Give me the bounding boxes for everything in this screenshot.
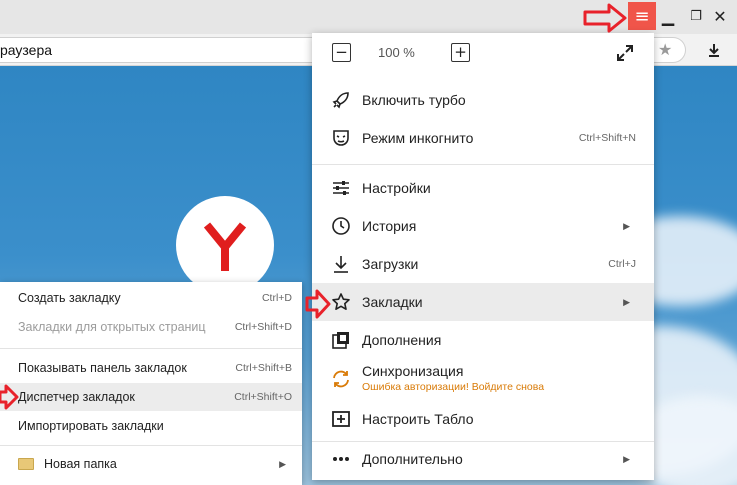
pointer-arrow-icon <box>305 289 331 319</box>
add-tile-icon <box>330 408 352 430</box>
chevron-right-icon: ▶ <box>279 458 286 469</box>
chevron-right-icon: ▶ <box>623 453 630 464</box>
import-bookmarks-item[interactable]: Импортировать закладки <box>0 412 302 440</box>
downloads-item[interactable]: Загрузки Ctrl+J <box>312 245 654 283</box>
create-bookmark-item[interactable]: Создать закладку Ctrl+D <box>0 284 302 312</box>
download-icon <box>709 44 719 57</box>
bookmark-star-icon[interactable]: ★ <box>658 40 672 60</box>
hamburger-icon: ≡ <box>634 5 650 27</box>
download-icon <box>330 253 352 275</box>
sync-item[interactable]: Синхронизация Ошибка авторизации! Войдит… <box>312 359 654 399</box>
new-folder-item[interactable]: Новая папка ▶ <box>0 450 302 478</box>
settings-sliders-icon <box>330 177 352 199</box>
restore-icon: ❐ <box>690 8 702 24</box>
downloads-button[interactable] <box>702 38 726 62</box>
incognito-mask-icon <box>330 127 352 149</box>
settings-item[interactable]: Настройки <box>312 169 654 207</box>
browser-menu-button[interactable]: ≡ <box>628 2 656 30</box>
sync-icon <box>330 368 352 390</box>
fullscreen-button[interactable] <box>615 43 635 63</box>
turbo-item[interactable]: Включить турбо <box>312 81 654 119</box>
pointer-arrow-icon <box>583 3 627 33</box>
more-item[interactable]: Дополнительно ▶ <box>312 440 654 478</box>
close-icon: ✕ <box>713 6 727 26</box>
extensions-icon <box>330 329 352 351</box>
minimize-icon: ▁ <box>661 6 675 26</box>
yandex-y-icon <box>203 222 247 271</box>
restore-button[interactable]: ❐ <box>684 4 708 28</box>
minimize-button[interactable]: ▁ <box>656 4 680 28</box>
zoom-in-button[interactable]: + <box>451 43 470 62</box>
star-icon <box>330 291 352 313</box>
pointer-arrow-icon <box>0 384 19 410</box>
browser-main-menu: − 100 % + Включить турбо Режим инкогнито… <box>312 33 654 480</box>
history-item[interactable]: История ▶ <box>312 207 654 245</box>
show-bookmarks-bar-item[interactable]: Показывать панель закладок Ctrl+Shift+B <box>0 354 302 382</box>
menu-separator <box>0 348 302 349</box>
folder-icon <box>18 458 34 470</box>
extensions-item[interactable]: Дополнения <box>312 321 654 359</box>
zoom-level: 100 % <box>378 45 415 60</box>
chevron-right-icon: ▶ <box>623 296 630 307</box>
rocket-icon <box>330 89 352 111</box>
incognito-item[interactable]: Режим инкогнито Ctrl+Shift+N <box>312 119 654 157</box>
yandex-logo <box>176 196 274 294</box>
bookmarks-item[interactable]: Закладки ▶ <box>312 283 654 321</box>
fullscreen-icon <box>617 45 633 61</box>
sync-error-status: Ошибка авторизации! Войдите снова <box>362 381 545 393</box>
zoom-row: − 100 % + <box>312 33 654 73</box>
bookmark-manager-item[interactable]: Диспетчер закладок Ctrl+Shift+O <box>0 383 302 411</box>
more-dots-icon <box>330 448 352 470</box>
bookmark-open-pages-item: Закладки для открытых страниц Ctrl+Shift… <box>18 320 292 334</box>
close-button[interactable]: ✕ <box>708 4 732 28</box>
menu-separator <box>312 164 654 165</box>
bookmarks-submenu: Создать закладку Ctrl+D Закладки для отк… <box>0 282 302 485</box>
address-text: раузера <box>0 42 53 58</box>
menu-separator <box>0 445 302 446</box>
zoom-out-button[interactable]: − <box>332 43 351 62</box>
customize-tableau-item[interactable]: Настроить Табло <box>312 400 654 438</box>
clock-icon <box>330 215 352 237</box>
chevron-right-icon: ▶ <box>623 220 630 231</box>
